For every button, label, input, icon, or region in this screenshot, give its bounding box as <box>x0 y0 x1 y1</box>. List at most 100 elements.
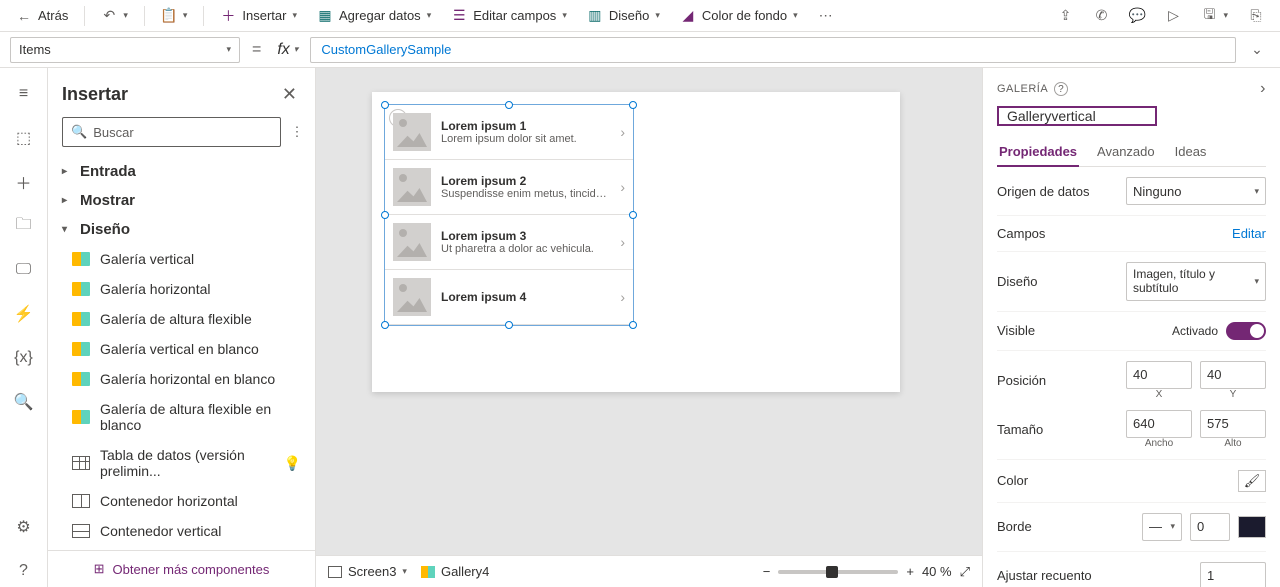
chevron-right-icon[interactable]: › <box>1260 80 1266 98</box>
tab-avanzado[interactable]: Avanzado <box>1095 138 1157 166</box>
row-title: Lorem ipsum 1 <box>441 119 610 133</box>
item-tabla-datos[interactable]: Tabla de datos (versión prelimin...💡 <box>48 440 315 486</box>
gallery-row[interactable]: Lorem ipsum 1Lorem ipsum dolor sit amet.… <box>385 105 633 160</box>
comments-button[interactable]: 💬 <box>1121 4 1153 28</box>
design-button[interactable]: ▥Diseño▾ <box>579 4 668 28</box>
resize-handle[interactable] <box>629 211 637 219</box>
overflow-button[interactable]: ⋯ <box>810 4 842 28</box>
resize-handle[interactable] <box>505 321 513 329</box>
rail-tree[interactable]: ⬚ <box>8 122 40 154</box>
close-panel-button[interactable]: ✕ <box>278 80 301 109</box>
formula-input[interactable]: CustomGallerySample <box>310 37 1236 63</box>
resize-handle[interactable] <box>381 211 389 219</box>
resize-handle[interactable] <box>629 321 637 329</box>
prop-y-input[interactable]: 40 <box>1200 361 1266 389</box>
crumb-screen[interactable]: Screen3▾ <box>328 564 407 579</box>
prop-size-label: Tamaño <box>997 422 1118 437</box>
prop-wrapcount-input[interactable]: 1 <box>1200 562 1266 587</box>
prop-border-color[interactable] <box>1238 516 1266 538</box>
zoom-slider-track[interactable] <box>778 570 898 574</box>
rail-search[interactable]: 🔍 <box>8 386 40 418</box>
gallery-row[interactable]: Lorem ipsum 3Ut pharetra a dolor ac vehi… <box>385 215 633 270</box>
tab-propiedades[interactable]: Propiedades <box>997 138 1079 167</box>
item-container-h[interactable]: Contenedor horizontal <box>48 486 315 516</box>
canvas[interactable]: ✎ Lorem ipsum 1Lorem ipsum dolor sit ame… <box>316 68 982 587</box>
chevron-down-icon: ▾ <box>1223 10 1228 21</box>
rail-help[interactable]: ? <box>8 555 40 587</box>
item-galeria-fblank[interactable]: Galería de altura flexible en blanco <box>48 394 315 440</box>
resize-handle[interactable] <box>505 101 513 109</box>
prop-visible-toggle[interactable] <box>1226 322 1266 340</box>
prop-fields-edit-link[interactable]: Editar <box>1232 226 1266 241</box>
add-data-button[interactable]: ▦Agregar datos▾ <box>309 4 439 28</box>
resize-handle[interactable] <box>381 101 389 109</box>
back-button[interactable]: ←Atrás <box>8 4 76 28</box>
prop-border-width-input[interactable]: 0 <box>1190 513 1230 541</box>
item-galeria-horizontal[interactable]: Galería horizontal <box>48 274 315 304</box>
zoom-in-button[interactable]: + <box>906 564 914 579</box>
property-name: Items <box>19 42 51 57</box>
insert-more-button[interactable]: ⋮ <box>289 124 305 140</box>
rail-settings[interactable]: ⚙ <box>8 511 40 543</box>
cat-diseno[interactable]: ▾Diseño <box>48 215 315 244</box>
publish-button[interactable]: ⎘ <box>1240 4 1272 28</box>
resize-handle[interactable] <box>381 321 389 329</box>
rail-data[interactable]: 🗀 <box>8 210 40 242</box>
row-title: Lorem ipsum 4 <box>441 290 610 304</box>
item-galeria-flexible[interactable]: Galería de altura flexible <box>48 304 315 334</box>
more-icon: ⋯ <box>818 8 834 24</box>
prop-border-style[interactable]: —▾ <box>1142 513 1182 541</box>
paste-button[interactable]: 📋▾ <box>153 4 196 28</box>
rail-power[interactable]: ⚡ <box>8 298 40 330</box>
rail-insert[interactable]: ＋ <box>8 166 40 198</box>
insert-button[interactable]: ＋Insertar▾ <box>212 4 305 28</box>
cat-entrada[interactable]: ▸Entrada <box>48 157 315 186</box>
save-button[interactable]: 🖫▾ <box>1193 4 1236 28</box>
tab-ideas[interactable]: Ideas <box>1173 138 1209 166</box>
prop-layout-select[interactable]: Imagen, título y subtítulo▾ <box>1126 262 1266 301</box>
prop-height-input[interactable]: 575 <box>1200 410 1266 438</box>
resize-handle[interactable] <box>629 101 637 109</box>
bg-color-button[interactable]: ◢Color de fondo▾ <box>672 4 806 28</box>
item-container-v[interactable]: Contenedor vertical <box>48 516 315 546</box>
fit-screen-button[interactable]: ⤢ <box>960 564 970 580</box>
crumb-label: Screen3 <box>348 564 396 579</box>
gallery-icon <box>72 282 90 296</box>
gallery-row[interactable]: Lorem ipsum 4› <box>385 270 633 325</box>
back-label: Atrás <box>38 8 68 23</box>
formula-bar: Items▾ = fx▾ CustomGallerySample ⌄ <box>0 32 1280 68</box>
fx-button[interactable]: fx▾ <box>273 41 302 59</box>
item-label: Contenedor vertical <box>100 523 221 539</box>
prop-width-input[interactable]: 640 <box>1126 410 1192 438</box>
crumb-gallery[interactable]: Gallery4 <box>421 564 489 579</box>
comment-icon: 💬 <box>1129 8 1145 24</box>
edit-fields-button[interactable]: ☰Editar campos▾ <box>443 4 575 28</box>
expand-formula-button[interactable]: ⌄ <box>1244 41 1270 58</box>
item-galeria-hblank[interactable]: Galería horizontal en blanco <box>48 364 315 394</box>
item-galeria-vertical[interactable]: Galería vertical <box>48 244 315 274</box>
gallery-row[interactable]: Lorem ipsum 2Suspendisse enim metus, tin… <box>385 160 633 215</box>
rail-hamburger[interactable]: ≡ <box>8 78 40 110</box>
prop-x-input[interactable]: 40 <box>1126 361 1192 389</box>
cat-label: Entrada <box>80 163 136 180</box>
item-label: Contenedor horizontal <box>100 493 238 509</box>
item-galeria-vblank[interactable]: Galería vertical en blanco <box>48 334 315 364</box>
rail-variables[interactable]: {x} <box>8 342 40 374</box>
control-name-input[interactable]: Galleryvertical <box>997 106 1157 126</box>
gallery-selection[interactable]: ✎ Lorem ipsum 1Lorem ipsum dolor sit ame… <box>384 104 634 326</box>
cat-mostrar[interactable]: ▸Mostrar <box>48 186 315 215</box>
insert-search-input[interactable]: 🔍Buscar <box>62 117 281 147</box>
prop-color-picker[interactable]: 🖌 <box>1238 470 1266 492</box>
prop-color-label: Color <box>997 473 1230 488</box>
undo-button[interactable]: ↶▾ <box>93 4 136 28</box>
call-button[interactable]: ✆ <box>1085 4 1117 28</box>
zoom-out-button[interactable]: − <box>763 564 771 579</box>
prop-datasource-select[interactable]: Ninguno▾ <box>1126 177 1266 205</box>
help-icon[interactable]: ? <box>1054 82 1068 96</box>
share-button[interactable]: ⇪ <box>1049 4 1081 28</box>
play-button[interactable]: ▷ <box>1157 4 1189 28</box>
rail-media[interactable]: 🖵 <box>8 254 40 286</box>
zoom-slider-thumb[interactable] <box>826 566 838 578</box>
property-selector[interactable]: Items▾ <box>10 37 240 63</box>
get-more-components[interactable]: ⊞Obtener más componentes <box>48 550 315 587</box>
